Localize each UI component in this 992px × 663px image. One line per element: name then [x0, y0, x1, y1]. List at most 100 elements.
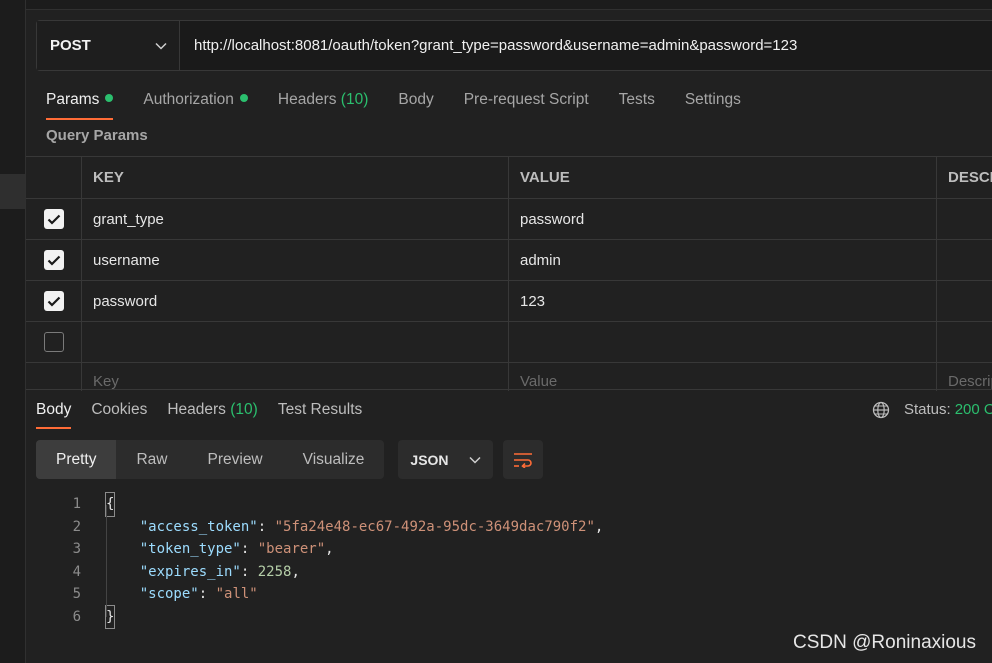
response-tab-cookies[interactable]: Cookies	[91, 400, 147, 430]
new-param-row: Key Value Description	[26, 362, 992, 391]
code-line: 3 "token_type": "bearer",	[36, 538, 603, 561]
authorization-active-dot	[239, 94, 248, 102]
tab-headers[interactable]: Headers (10)	[278, 90, 368, 120]
param-value-cell[interactable]: 123	[509, 281, 937, 321]
row-checkbox-cell	[26, 240, 82, 280]
left-sidebar	[0, 0, 26, 663]
format-label: JSON	[410, 451, 449, 468]
line-number: 2	[72, 518, 81, 535]
globe-icon[interactable]	[872, 401, 890, 419]
json-comma: ,	[291, 563, 300, 580]
json-key: "access_token"	[139, 518, 258, 535]
tab-pre-request-script-label: Pre-request Script	[463, 91, 589, 108]
wrap-lines-icon	[514, 452, 533, 468]
view-visualize-button[interactable]: Visualize	[283, 440, 385, 479]
column-header-value: VALUE	[509, 157, 937, 198]
code-line: 4 "expires_in": 2258,	[36, 561, 603, 584]
param-description-cell[interactable]	[937, 322, 992, 362]
json-key: "expires_in"	[139, 563, 241, 580]
row-checkbox[interactable]	[43, 209, 64, 229]
param-value-cell[interactable]: password	[509, 199, 937, 239]
json-comma: ,	[594, 518, 604, 535]
table-row: grant_type password	[26, 198, 992, 239]
new-value-input[interactable]: Value	[509, 363, 937, 391]
pane-divider[interactable]	[26, 389, 992, 390]
method-dropdown[interactable]: POST	[37, 21, 180, 70]
row-checkbox[interactable]	[43, 332, 64, 352]
new-description-input[interactable]: Description	[937, 363, 992, 391]
response-tab-headers[interactable]: Headers (10)	[167, 400, 257, 430]
line-number: 1	[72, 496, 81, 512]
response-view-bar: Pretty Raw Preview Visualize JSON	[36, 440, 544, 479]
tab-authorization[interactable]: Authorization	[143, 90, 248, 120]
param-key-cell[interactable]	[82, 322, 509, 362]
response-tab-body[interactable]: Body	[36, 400, 72, 430]
checkmark-icon	[47, 255, 60, 266]
json-comma: ,	[325, 541, 334, 557]
table-row: username admin	[26, 239, 992, 280]
open-brace: {	[104, 492, 116, 517]
checkmark-icon	[47, 296, 60, 307]
param-description-cell[interactable]	[937, 199, 992, 239]
request-url-bar: POST http://localhost:8081/oauth/token?g…	[36, 20, 992, 71]
tab-params-label: Params	[46, 91, 100, 108]
status-code[interactable]: 200 OK	[955, 400, 992, 420]
table-row: password 123	[26, 280, 992, 321]
wrap-lines-button[interactable]	[503, 440, 544, 479]
view-preview-button[interactable]: Preview	[188, 440, 283, 479]
view-pretty-button[interactable]: Pretty	[36, 440, 117, 479]
param-key-cell[interactable]: grant_type	[82, 199, 509, 239]
line-number: 4	[72, 563, 81, 580]
url-input[interactable]: http://localhost:8081/oauth/token?grant_…	[180, 21, 992, 70]
param-value-cell[interactable]: admin	[509, 240, 937, 280]
tab-params[interactable]: Params	[46, 90, 114, 120]
tab-pre-request-script[interactable]: Pre-request Script	[464, 90, 589, 120]
tab-settings[interactable]: Settings	[685, 90, 741, 120]
tab-tests-label: Tests	[618, 91, 655, 108]
line-number: 3	[72, 541, 81, 557]
chevron-down-icon	[469, 456, 481, 464]
response-tab-headers-label: Headers	[167, 401, 226, 418]
param-description-cell[interactable]	[937, 240, 992, 280]
watermark: CSDN @Roninaxious	[793, 632, 976, 653]
new-key-input[interactable]: Key	[82, 363, 509, 391]
row-checkbox[interactable]	[43, 291, 64, 311]
json-value: "all"	[215, 586, 258, 602]
request-tabs: Params Authorization Headers (10) Body P…	[46, 90, 771, 120]
row-checkbox-cell	[26, 281, 82, 321]
close-brace: }	[104, 604, 116, 629]
code-line: 5 "scope": "all"	[36, 583, 603, 606]
row-checkbox[interactable]	[43, 250, 64, 270]
code-line: 2 "access_token": "5fa24e48-ec67-492a-95…	[36, 516, 604, 539]
column-header-description: DESCRIPTION	[948, 169, 992, 186]
param-value-cell[interactable]	[509, 322, 937, 362]
view-raw-button[interactable]: Raw	[116, 440, 187, 479]
header-checkbox-cell	[26, 157, 82, 198]
format-dropdown[interactable]: JSON	[398, 440, 494, 479]
headers-count: (10)	[340, 91, 369, 108]
checkmark-icon	[47, 214, 60, 225]
json-key: "scope"	[139, 586, 199, 602]
tab-tests[interactable]: Tests	[619, 90, 655, 120]
table-row	[26, 321, 992, 362]
code-line: 6}	[36, 604, 603, 629]
indent-guide	[106, 505, 107, 617]
param-description-cell[interactable]	[937, 281, 992, 321]
tab-authorization-label: Authorization	[143, 91, 234, 108]
tab-headers-label: Headers	[277, 91, 337, 108]
response-tab-test-results[interactable]: Test Results	[278, 400, 362, 430]
row-checkbox-cell	[26, 363, 82, 391]
sidebar-selected-item[interactable]	[0, 174, 25, 209]
code-line: 1{	[36, 492, 603, 517]
response-body-editor[interactable]: 1{ 2 "access_token": "5fa24e48-ec67-492a…	[36, 492, 604, 629]
param-key-cell[interactable]: password	[82, 281, 509, 321]
table-header-row: KEY VALUE DESCRIPTION	[26, 156, 992, 198]
tab-body-label: Body	[398, 91, 434, 108]
status-label: Status:	[904, 401, 951, 418]
json-value: "bearer"	[257, 541, 326, 557]
view-mode-segment: Pretty Raw Preview Visualize	[36, 440, 385, 479]
param-key-cell[interactable]: username	[82, 240, 509, 280]
tab-body[interactable]: Body	[398, 90, 433, 120]
column-header-key: KEY	[82, 157, 509, 198]
query-params-table: KEY VALUE DESCRIPTION grant_type passwor…	[26, 156, 992, 391]
